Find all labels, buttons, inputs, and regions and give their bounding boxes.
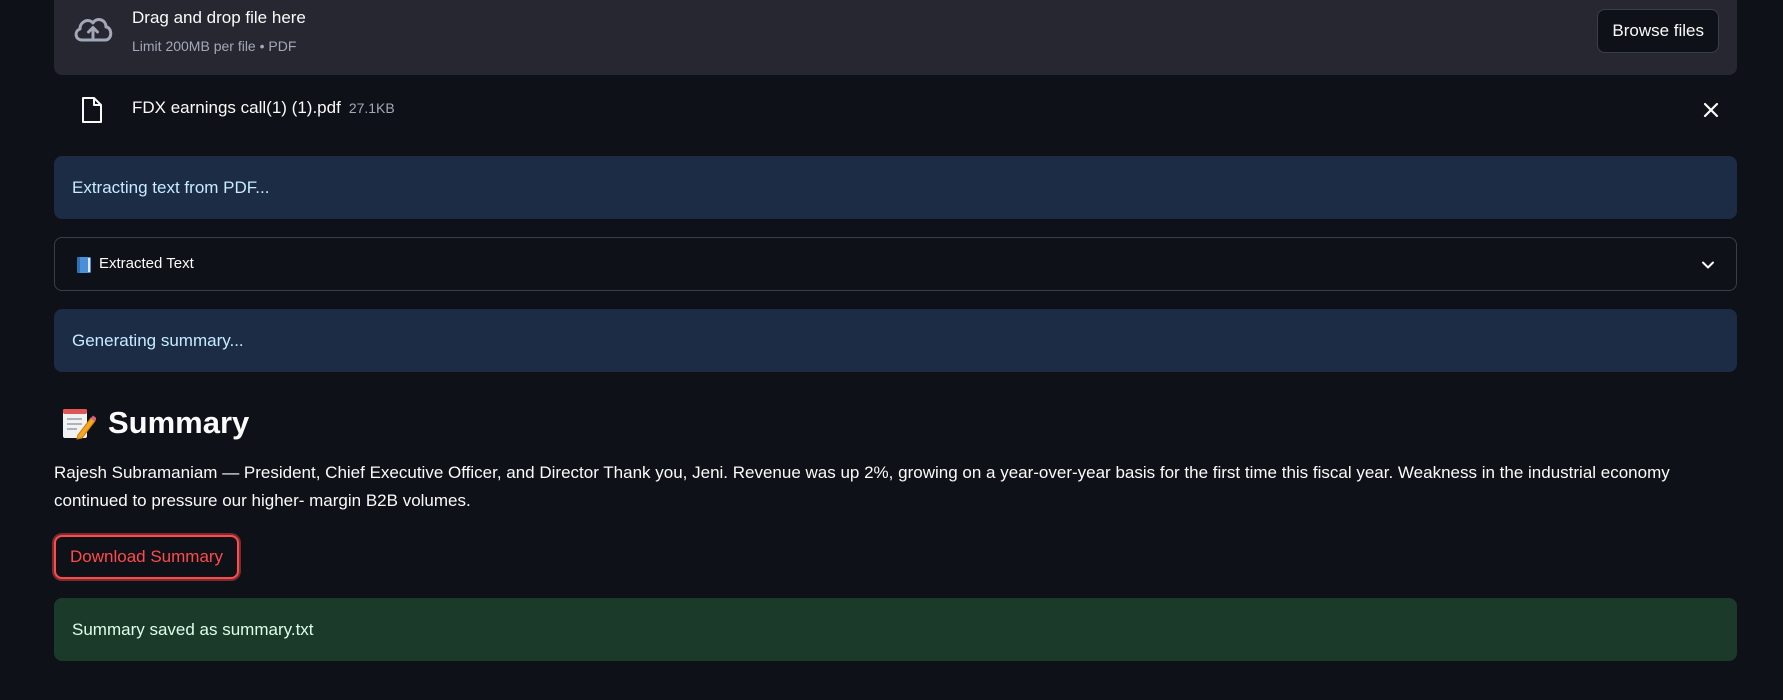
file-name: FDX earnings call(1) (1).pdf 27.1KB [132, 98, 395, 118]
dropzone-limit: Limit 200MB per file • PDF [132, 38, 297, 54]
browse-files-button[interactable]: Browse files [1597, 9, 1719, 53]
download-summary-button[interactable]: Download Summary [54, 535, 240, 579]
summary-text: Rajesh Subramaniam — President, Chief Ex… [54, 463, 1670, 510]
generating-alert: Generating summary... [54, 309, 1737, 372]
expander-label: Extracted Text [99, 255, 194, 272]
close-icon[interactable] [1703, 102, 1719, 118]
chevron-down-icon [1702, 261, 1714, 269]
summary-title: Summary [108, 405, 250, 440]
file-size: 27.1KB [348, 100, 395, 116]
dropzone-title: Drag and drop file here [132, 8, 306, 27]
saved-alert: Summary saved as summary.txt [54, 598, 1737, 661]
extracting-alert: Extracting text from PDF... [54, 156, 1737, 219]
extracted-text-expander[interactable]: Extracted Text [54, 237, 1737, 291]
summary-heading: Summary [54, 400, 249, 446]
memo-icon [63, 409, 96, 440]
file-icon [82, 97, 102, 123]
uploaded-file-row: FDX earnings call(1) (1).pdf 27.1KB [54, 88, 1737, 132]
file-name-text: FDX earnings call(1) (1).pdf [132, 98, 341, 117]
file-dropzone[interactable]: Drag and drop file here Limit 200MB per … [54, 0, 1737, 75]
book-icon [77, 257, 91, 273]
cloud-upload-icon [74, 18, 113, 42]
